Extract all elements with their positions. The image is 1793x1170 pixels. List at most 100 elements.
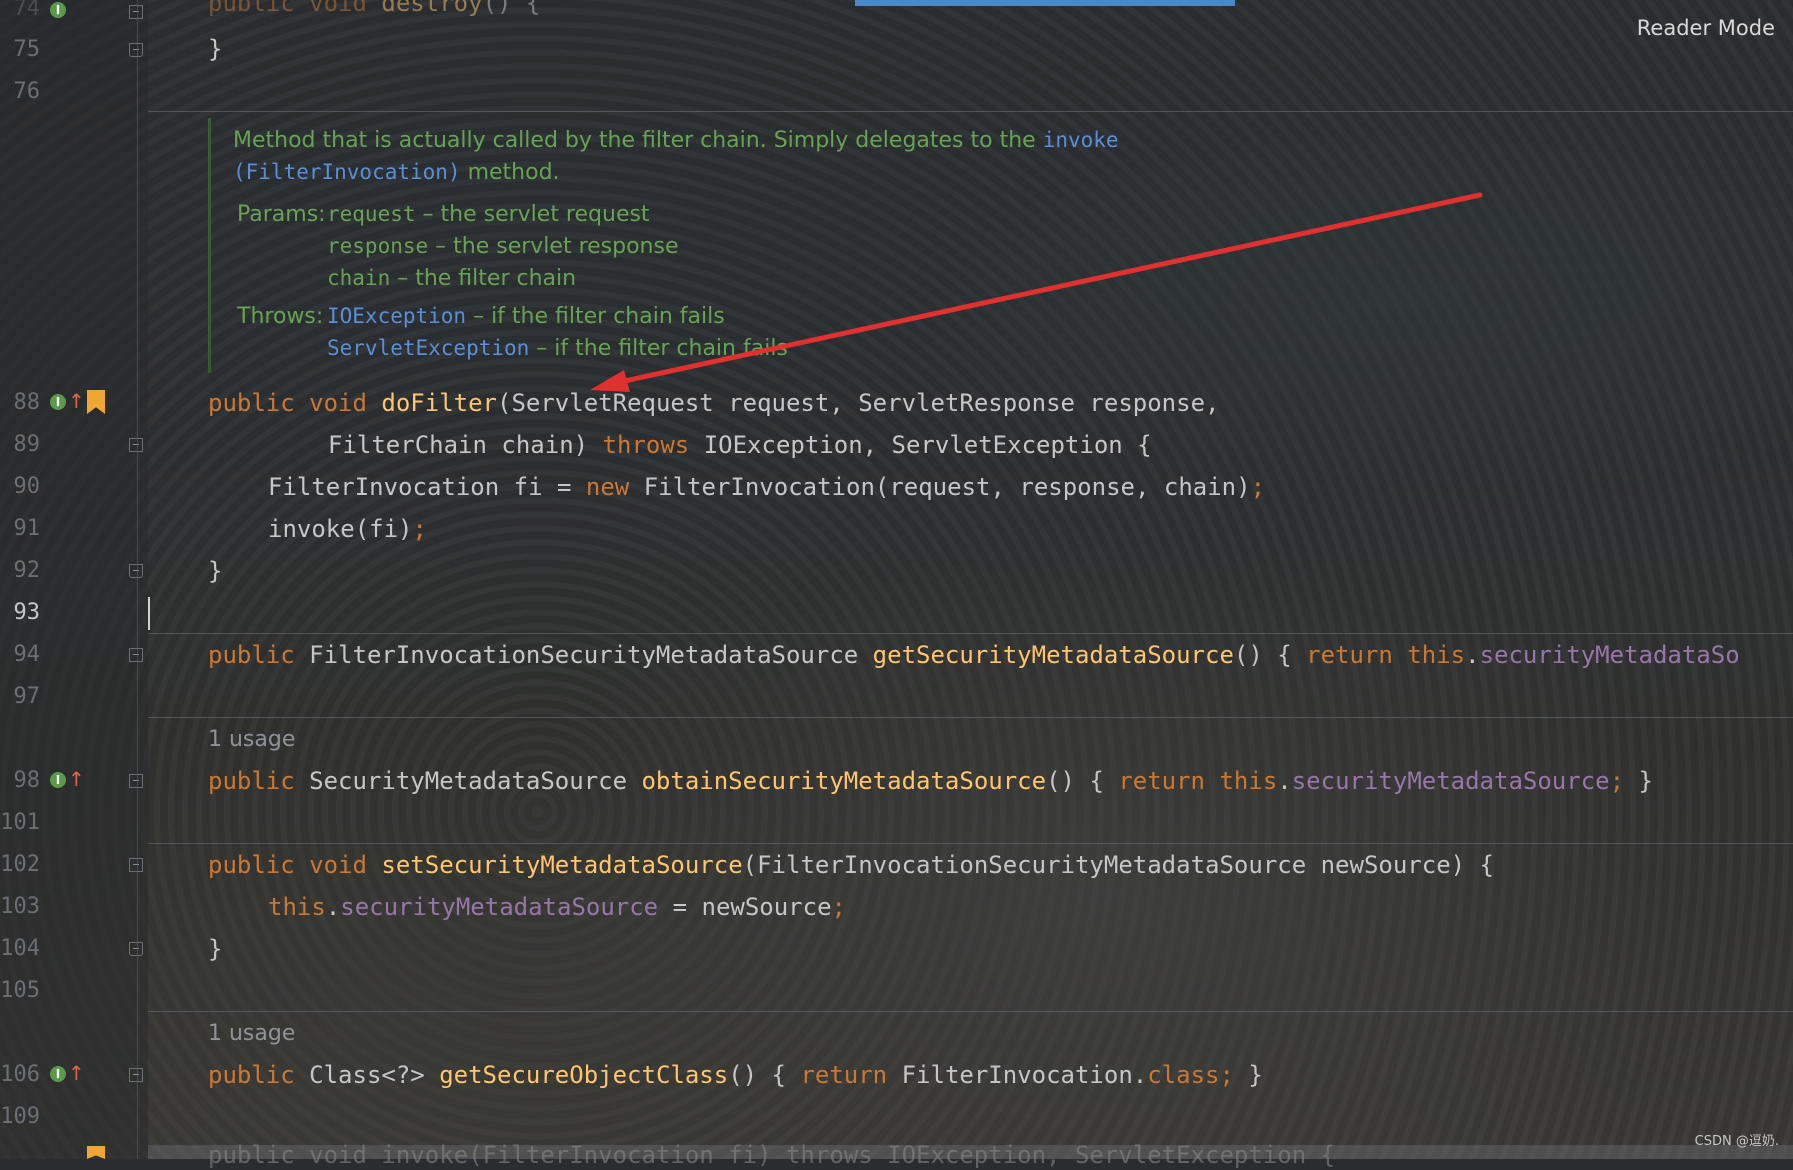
method-name: getSecurityMetadataSource: [872, 641, 1234, 669]
folded-code[interactable]: () {: [1046, 767, 1118, 795]
horizontal-scrollbar[interactable]: [148, 1145, 1793, 1159]
usage-hint[interactable]: 1 usage: [208, 727, 295, 752]
code-line[interactable]: }: [208, 556, 222, 586]
code-line[interactable]: this.securityMetadataSource = newSource;: [268, 892, 846, 922]
method-separator: [148, 843, 1793, 844]
fold-marker-icon[interactable]: [129, 564, 143, 578]
code-line[interactable]: public SecurityMetadataSource obtainSecu…: [208, 766, 1653, 796]
reader-mode-button[interactable]: Reader Mode: [1637, 16, 1775, 40]
line-number: 106: [0, 1062, 40, 1087]
code-line[interactable]: public FilterInvocationSecurityMetadataS…: [208, 640, 1740, 670]
fold-expand-icon[interactable]: [129, 1068, 143, 1082]
keyword: public: [208, 851, 295, 879]
fold-marker-icon[interactable]: [129, 942, 143, 956]
fold-expand-icon[interactable]: [129, 774, 143, 788]
code-line[interactable]: public Class<?> getSecureObjectClass() {…: [208, 1060, 1263, 1090]
code-text: FilterInvocation.: [887, 1061, 1148, 1089]
line-number: 88: [13, 390, 41, 415]
doc-param-desc: – the filter chain: [397, 266, 577, 291]
implements-icon[interactable]: I: [50, 2, 66, 18]
usage-hint[interactable]: 1 usage: [208, 1021, 295, 1046]
code-text: FilterInvocation(request, response, chai…: [629, 473, 1251, 501]
keyword: void: [309, 389, 367, 417]
code-line[interactable]: public void doFilter(ServletRequest requ…: [208, 388, 1219, 418]
keyword: throws: [602, 431, 690, 459]
doc-param-desc: – the servlet response: [435, 234, 679, 259]
line-number: 74: [13, 0, 41, 21]
method-separator: [148, 717, 1793, 718]
override-up-arrow-icon[interactable]: ↑: [68, 769, 85, 789]
rendered-javadoc[interactable]: Method that is actually called by the fi…: [208, 118, 1131, 373]
keyword: return: [1118, 767, 1206, 795]
field-name: securityMetadataSo: [1479, 641, 1740, 669]
semicolon: ;: [1609, 767, 1625, 795]
fold-marker-icon[interactable]: [129, 438, 143, 452]
code-line[interactable]: FilterInvocation fi = new FilterInvocati…: [268, 472, 1265, 502]
doc-param-name: chain: [327, 266, 391, 290]
implements-icon[interactable]: I: [50, 772, 66, 788]
override-up-arrow-icon[interactable]: ↑: [68, 391, 85, 411]
doc-link[interactable]: invoke: [1043, 128, 1119, 152]
watermark: CSDN @逗奶.: [1694, 1134, 1779, 1149]
line-number: 89: [13, 432, 41, 457]
line-number: 102: [0, 852, 40, 877]
code-line[interactable]: invoke(fi);: [268, 514, 427, 544]
text-caret: [148, 597, 150, 630]
fold-marker-icon[interactable]: [129, 43, 143, 57]
doc-link[interactable]: (FilterInvocation): [233, 160, 461, 184]
code-line[interactable]: public void setSecurityMetadataSource(Fi…: [208, 850, 1494, 880]
doc-link[interactable]: IOException: [327, 304, 466, 328]
fold-marker-icon[interactable]: [129, 858, 143, 872]
semicolon: ;: [412, 515, 427, 543]
code-text: = newSource: [658, 893, 832, 921]
code-line[interactable]: FilterChain chain) throws IOException, S…: [328, 430, 1152, 460]
active-tab-indicator: [855, 0, 1235, 6]
code-text: }: [208, 35, 223, 63]
keyword: public: [208, 0, 295, 17]
fold-expand-icon[interactable]: [129, 648, 143, 662]
folded-code[interactable]: () {: [728, 1061, 800, 1089]
line-number: 90: [13, 474, 41, 499]
fold-marker-icon[interactable]: [129, 5, 143, 19]
doc-text: method.: [467, 160, 560, 185]
method-separator: [148, 1011, 1793, 1012]
code-line[interactable]: public void destroy() {: [208, 0, 540, 18]
method-separator: [148, 633, 1793, 634]
line-number-current: 93: [13, 600, 41, 625]
implements-icon[interactable]: I: [50, 1066, 66, 1082]
implements-icon[interactable]: I: [50, 394, 66, 410]
line-number: 109: [0, 1104, 40, 1129]
line-number: 98: [13, 768, 41, 793]
semicolon: ;: [1219, 1061, 1234, 1089]
bookmark-icon[interactable]: [87, 1146, 105, 1159]
doc-link[interactable]: ServletException: [327, 336, 529, 360]
method-name: getSecureObjectClass: [439, 1061, 729, 1089]
folded-code[interactable]: () {: [1234, 641, 1306, 669]
keyword: public: [208, 389, 295, 417]
line-number: 91: [13, 516, 41, 541]
editor-gutter[interactable]: 74 75 76 88 89 90 91 92 93 94 97 98 101 …: [0, 0, 148, 1159]
doc-param-name: request: [327, 202, 416, 226]
code-text: }: [208, 557, 223, 585]
code-line[interactable]: }: [208, 934, 222, 964]
keyword: new: [585, 473, 630, 501]
method-name: doFilter: [381, 389, 497, 417]
bookmark-icon[interactable]: [87, 390, 105, 414]
method-name: obtainSecurityMetadataSource: [641, 767, 1047, 795]
keyword: void: [294, 851, 382, 879]
override-up-arrow-icon[interactable]: ↑: [68, 1063, 85, 1083]
method-name: destroy: [381, 0, 483, 17]
doc-params-label: Params:: [237, 202, 326, 227]
code-text: (FilterInvocationSecurityMetadataSource …: [742, 851, 1494, 879]
method-separator: [148, 111, 1793, 112]
keyword: this: [1205, 767, 1278, 795]
line-number: 105: [0, 978, 40, 1003]
keyword: this: [1392, 641, 1466, 669]
code-text: (ServletRequest request, ServletResponse…: [497, 389, 1220, 417]
doc-param-desc: – the servlet request: [422, 202, 650, 227]
line-number: 104: [0, 936, 40, 961]
code-text: .: [325, 893, 341, 921]
line-number: 103: [0, 894, 40, 919]
code-text: FilterInvocationSecurityMetadataSource: [294, 641, 873, 669]
code-line[interactable]: }: [208, 34, 222, 64]
